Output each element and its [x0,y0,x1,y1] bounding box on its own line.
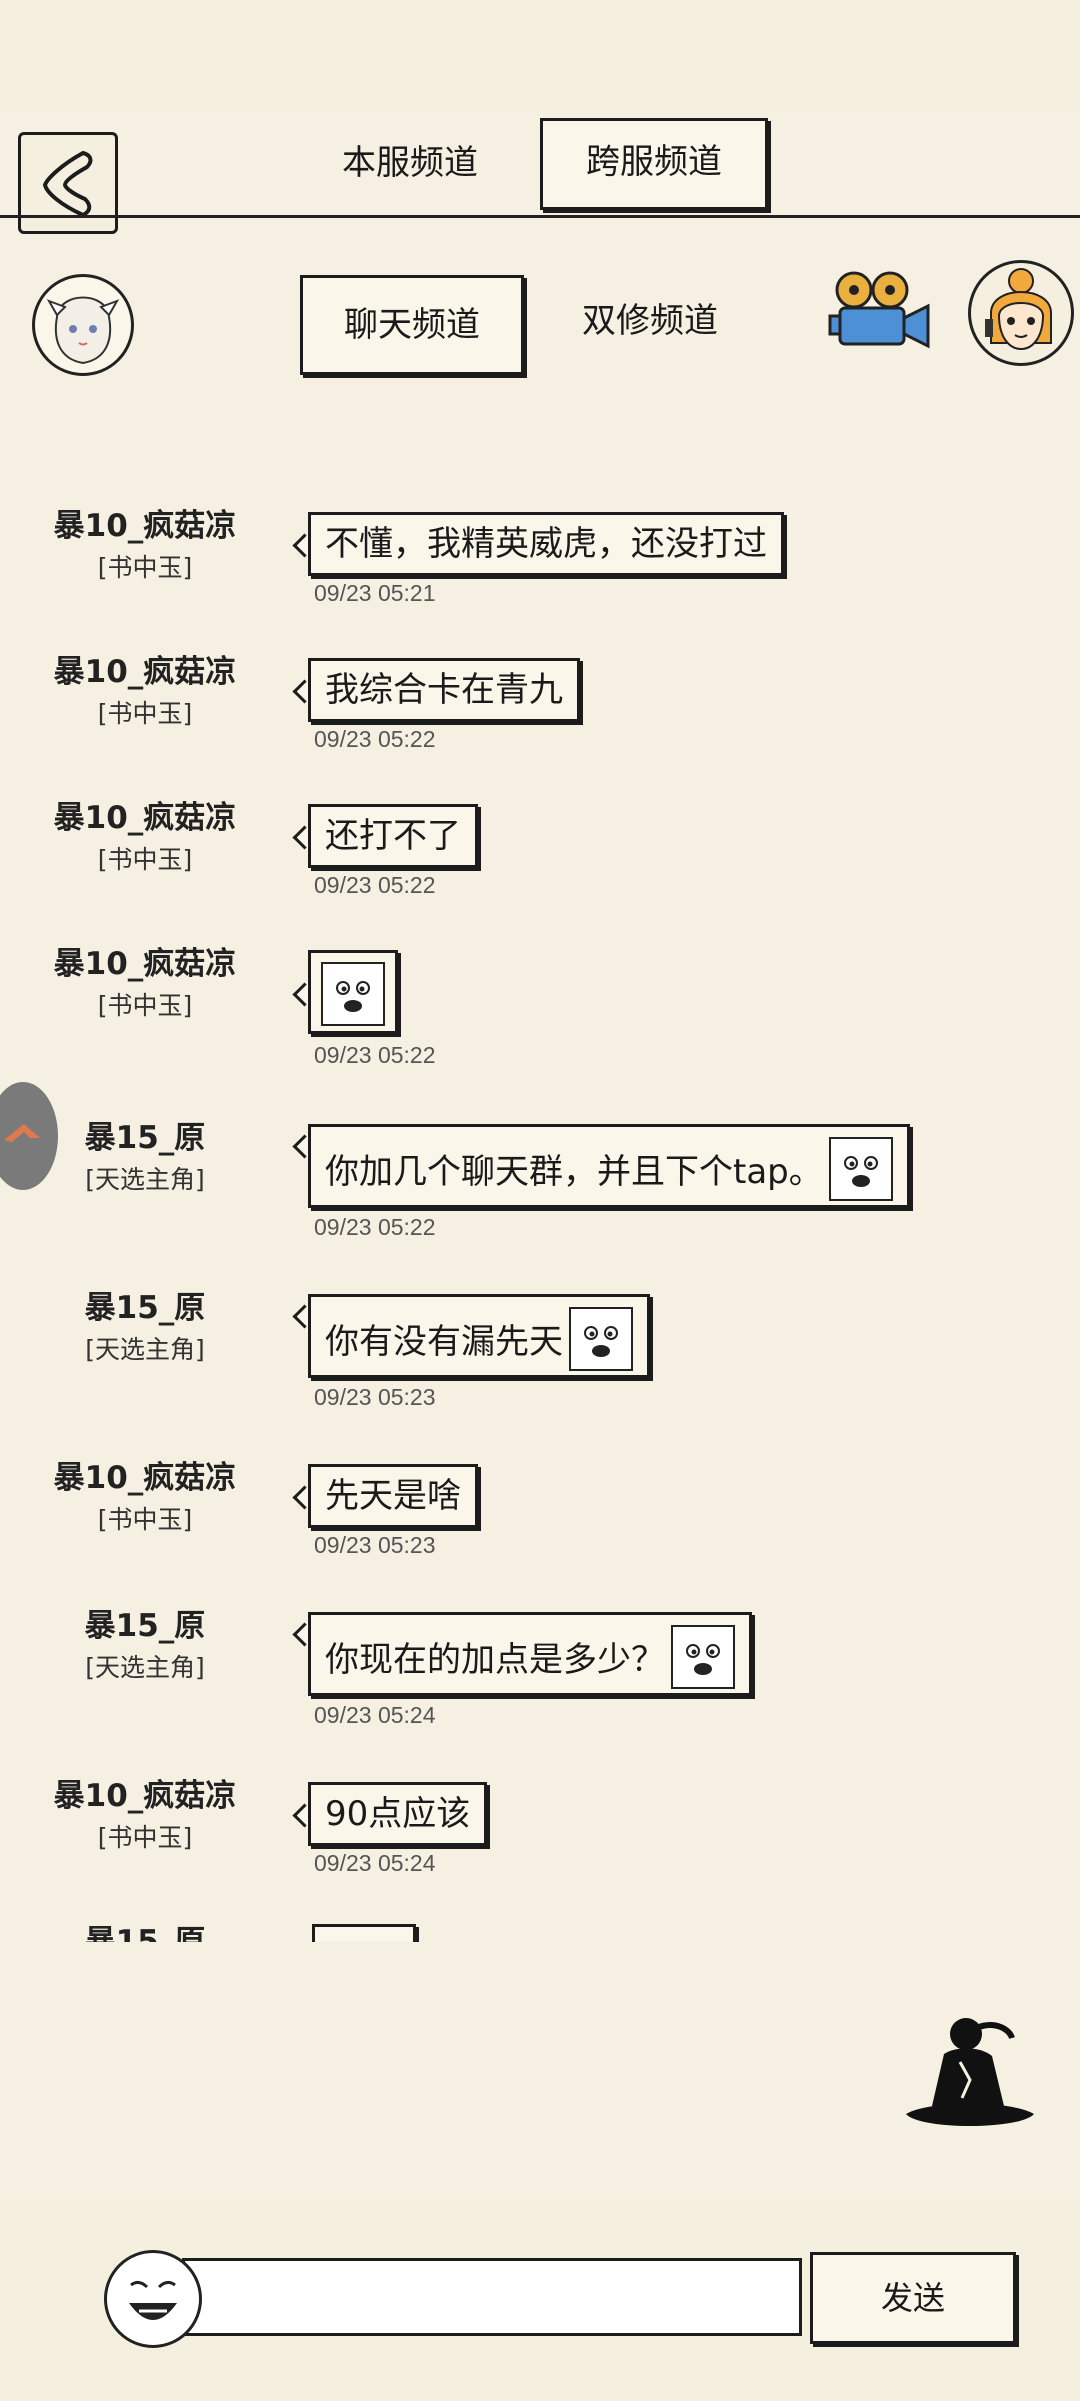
message-bubble[interactable]: 你有没有漏先天 [308,1294,650,1378]
sender-title-badge: [天选主角] [85,1335,205,1364]
message-timestamp: 09/23 05:22 [314,726,436,752]
sender-name[interactable]: 暴10_疯菇凉 [30,938,260,983]
message-bubble[interactable]: 90点应该 [308,1782,488,1846]
message-text: 先天是啥 [325,1476,461,1516]
tab-chat-channel[interactable]: 聊天频道 [300,275,524,375]
message-text: 90点应该 [325,1794,471,1834]
sender-title-badge: [书中玉] [97,699,193,728]
girl-avatar-icon [46,296,120,365]
message-timestamp: 09/23 05:22 [314,1214,436,1240]
message-bubble[interactable]: 你现在的加点是多少？ [308,1612,752,1696]
sender-title-badge: [书中玉] [97,991,193,1020]
sender-name[interactable]: 暴15_原 [30,1600,260,1645]
laughing-face-icon [129,2280,177,2320]
sticker-bubble[interactable] [312,1924,416,1942]
message-timestamp: 09/23 05:21 [314,580,436,606]
emoji-picker-button[interactable] [104,2250,202,2348]
top-status-area [0,0,1080,108]
message-bubble[interactable]: 先天是啥 [308,1464,478,1528]
sender-title-badge: [书中玉] [97,845,193,874]
sender-name[interactable]: 暴15_原 [30,1282,260,1327]
message-text: 你有没有漏先天 [325,1322,563,1362]
npc-assistant-avatar[interactable] [968,260,1074,366]
sticker-bubble[interactable] [308,950,398,1034]
message-bubble[interactable]: 还打不了 [308,804,478,868]
message-timestamp: 09/23 05:22 [314,872,436,898]
sender-name[interactable]: 暴15_原 [30,1916,260,1942]
side-pull-tab[interactable] [0,1082,58,1190]
sender-title-badge: [天选主角] [85,1165,205,1194]
message-timestamp: 09/23 05:24 [314,1702,436,1728]
funny-face-sticker-icon [828,1136,893,1201]
sender-name[interactable]: 暴15_原 [30,1112,260,1157]
message-bubble[interactable]: 不懂，我精英威虎，还没打过 [308,512,784,576]
message-timestamp: 09/23 05:23 [314,1384,436,1410]
message-text: 我综合卡在青九 [325,670,563,710]
expand-icon [4,1124,40,1142]
assistant-girl-icon [985,268,1052,351]
tab-local-server-channel[interactable]: 本服频道 [320,122,500,204]
send-button[interactable]: 发送 [810,2252,1016,2344]
sender-name[interactable]: 暴10_疯菇凉 [30,646,260,691]
message-timestamp: 09/23 05:22 [314,1042,436,1068]
message-text: 你加几个聊天群，并且下个tap。 [325,1152,823,1192]
chat-message-partial: 暴15_原 [0,1916,1080,1942]
message-timestamp: 09/23 05:24 [314,1850,436,1876]
meditating-cultivator-icon[interactable] [900,2010,1040,2140]
message-text: 不懂，我精英威虎，还没打过 [325,524,767,564]
video-camera-icon[interactable] [828,268,932,352]
back-button[interactable] [18,132,118,234]
message-text: 还打不了 [325,816,461,856]
sender-title-badge: [书中玉] [97,553,193,582]
message-input[interactable] [182,2258,802,2336]
funny-face-sticker-icon [671,1624,735,1689]
sender-title-badge: [书中玉] [97,1823,193,1852]
sender-name[interactable]: 暴10_疯菇凉 [30,1770,260,1815]
sender-name[interactable]: 暴10_疯菇凉 [30,792,260,837]
user-avatar[interactable] [32,274,134,376]
message-bubble[interactable]: 你加几个聊天群，并且下个tap。 [308,1124,910,1208]
header-divider [0,215,1080,218]
sender-name[interactable]: 暴10_疯菇凉 [30,1452,260,1497]
funny-face-sticker-icon [321,961,385,1026]
message-text: 你现在的加点是多少？ [325,1640,665,1680]
sender-name[interactable]: 暴10_疯菇凉 [30,500,260,545]
tab-dual-cultivation-channel[interactable]: 双修频道 [560,280,740,366]
sender-title-badge: [天选主角] [85,1653,205,1682]
message-bubble[interactable]: 我综合卡在青九 [308,658,580,722]
funny-face-sticker-icon [569,1306,633,1371]
tab-cross-server-channel[interactable]: 跨服频道 [540,118,768,210]
message-timestamp: 09/23 05:23 [314,1532,436,1558]
sender-title-badge: [书中玉] [97,1505,193,1534]
